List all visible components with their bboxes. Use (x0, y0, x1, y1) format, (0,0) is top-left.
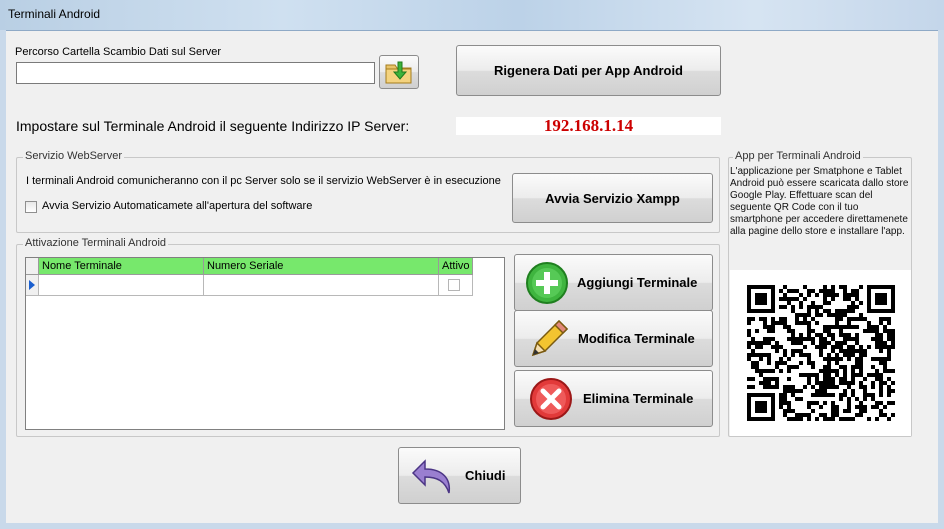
close-label: Chiudi (465, 468, 506, 483)
folder-arrow-icon (385, 61, 412, 84)
app-panel-text: L'applicazione per Smatphone e Tablet An… (730, 166, 909, 237)
window-frame-right (938, 30, 944, 529)
delete-terminal-label: Elimina Terminale (583, 391, 694, 406)
undo-arrow-icon (411, 459, 451, 494)
column-header-serial[interactable]: Numero Seriale (204, 258, 439, 275)
terminals-grid[interactable]: Nome Terminale Numero Seriale Attivo (25, 257, 505, 430)
app-panel-legend: App per Terminali Android (733, 150, 863, 162)
qr-code-icon (747, 285, 895, 421)
ip-value-box: 192.168.1.14 (456, 117, 721, 135)
row-header-corner (26, 258, 39, 275)
cell-name[interactable] (39, 275, 204, 296)
regenerate-data-button[interactable]: Rigenera Dati per App Android (456, 45, 721, 96)
pencil-icon (531, 319, 569, 357)
column-header-name[interactable]: Nome Terminale (39, 258, 204, 275)
x-circle-icon (530, 378, 572, 420)
webserver-info: I terminali Android comunicheranno con i… (26, 175, 501, 187)
qr-area (730, 270, 911, 436)
active-checkbox[interactable] (448, 279, 460, 291)
cell-active[interactable] (439, 275, 473, 296)
plus-circle-icon (526, 262, 568, 304)
title-bar: Terminali Android (0, 0, 944, 31)
column-header-active[interactable]: Attivo (439, 258, 473, 275)
autostart-label: Avvia Servizio Automaticamete all'apertu… (42, 200, 313, 212)
ip-instruction-label: Impostare sul Terminale Android il segue… (16, 118, 410, 134)
ip-value: 192.168.1.14 (543, 116, 634, 135)
row-selector[interactable] (26, 275, 39, 296)
start-xampp-button[interactable]: Avvia Servizio Xampp (512, 173, 713, 223)
cell-serial[interactable] (204, 275, 439, 296)
window-title: Terminali Android (8, 7, 101, 21)
add-terminal-label: Aggiungi Terminale (577, 275, 698, 290)
edit-terminal-label: Modifica Terminale (578, 331, 695, 346)
window-frame-bottom (0, 523, 944, 529)
webserver-legend: Servizio WebServer (23, 150, 124, 162)
browse-folder-button[interactable] (379, 55, 419, 89)
window-frame-left (0, 30, 6, 529)
terminals-legend: Attivazione Terminali Android (23, 237, 169, 249)
folder-path-label: Percorso Cartella Scambio Dati sul Serve… (15, 46, 222, 58)
add-terminal-button[interactable]: Aggiungi Terminale (514, 254, 713, 311)
autostart-checkbox[interactable] (25, 201, 37, 213)
delete-terminal-button[interactable]: Elimina Terminale (514, 370, 713, 427)
edit-terminal-button[interactable]: Modifica Terminale (514, 310, 713, 367)
close-button[interactable]: Chiudi (398, 447, 521, 504)
folder-path-input[interactable] (16, 62, 375, 84)
current-row-arrow-icon (29, 280, 35, 290)
